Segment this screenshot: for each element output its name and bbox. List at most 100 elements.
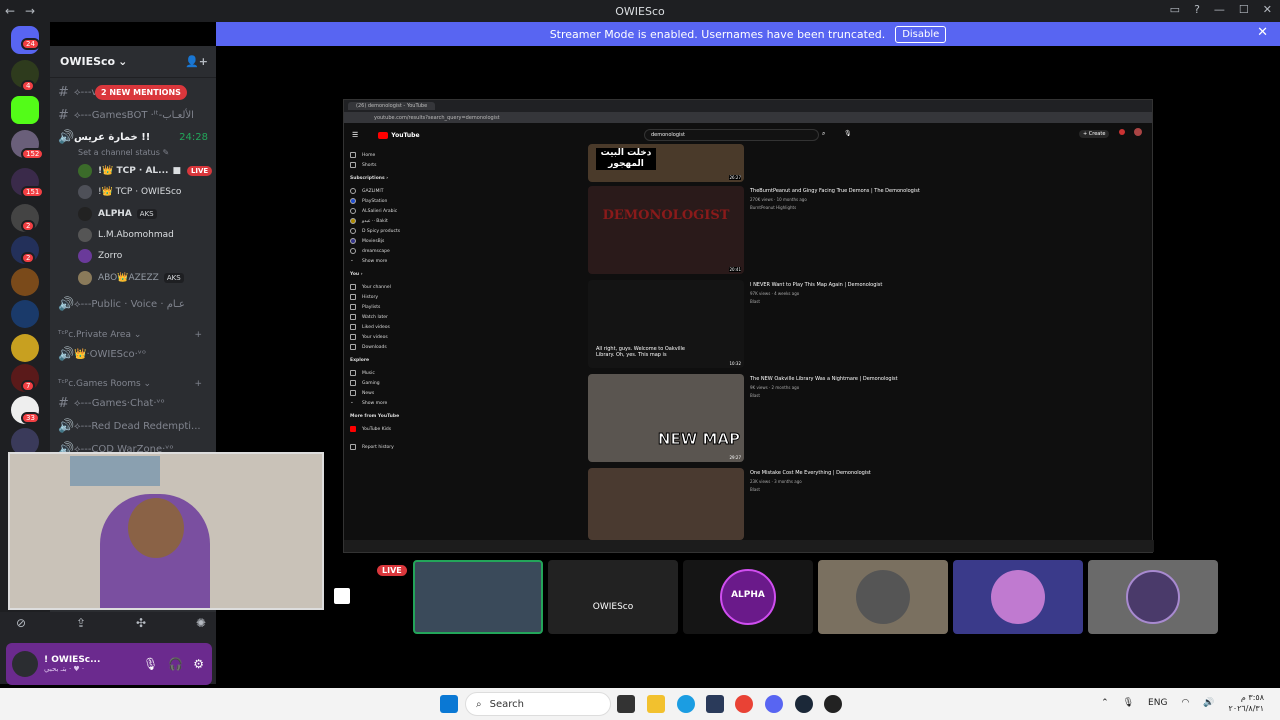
camera-off-icon[interactable]: ⊘ [16, 616, 26, 630]
video-title[interactable]: One Mistake Cost Me Everything | Demonol… [750, 470, 980, 476]
create-button[interactable]: + Create [1079, 130, 1110, 138]
sidebar-item[interactable]: Liked videos [350, 322, 410, 332]
webcam-popout[interactable] [8, 452, 324, 610]
sidebar-sub[interactable]: PlayStation [350, 196, 410, 206]
channel-name[interactable]: Blast [750, 487, 980, 492]
search-icon[interactable]: ⌕ [822, 130, 825, 138]
discord-icon[interactable] [765, 695, 783, 713]
sidebar-item[interactable]: Watch later [350, 312, 410, 322]
voice-user[interactable]: ALPHA AKS [78, 204, 213, 224]
video-thumbnail[interactable] [588, 468, 744, 540]
stream-tile[interactable] [818, 560, 948, 634]
stream-tile[interactable]: ALPHA [683, 560, 813, 634]
sidebar-item[interactable]: Gaming [350, 378, 410, 388]
volume-icon[interactable]: 🔊 [1203, 698, 1214, 708]
voice-user[interactable]: L.M.Abomohmad [78, 225, 213, 245]
help-icon[interactable]: ? [1194, 3, 1200, 16]
inbox-icon[interactable]: ▭ [1170, 3, 1180, 16]
user-bar[interactable]: ! OWIESc... بتـ بحبي · ♥ · 🎙 🎧 ⚙ [6, 643, 212, 685]
popout-icon[interactable] [334, 588, 350, 604]
channel-item[interactable]: # ⟡---GamesBOT ·ᴵᵗ-الألعـاب [58, 106, 208, 124]
video-meta[interactable]: One Mistake Cost Me Everything | Demonol… [750, 470, 980, 492]
sidebar-item[interactable]: History [350, 292, 410, 302]
taskbar-search[interactable]: ⌕ Search [465, 692, 611, 716]
mic-icon[interactable]: 🎙 [1123, 698, 1134, 708]
chrome-icon[interactable] [735, 695, 753, 713]
sidebar-item[interactable]: Your videos [350, 332, 410, 342]
avatar[interactable] [1134, 128, 1142, 136]
stream-tile[interactable]: OWIESco [548, 560, 678, 634]
sidebar-sub[interactable]: GAZLIMIT [350, 186, 410, 196]
sidebar-sub[interactable]: MoviesBjs [350, 236, 410, 246]
server-icon[interactable] [11, 334, 39, 362]
file-explorer-icon[interactable] [647, 695, 665, 713]
video-thumbnail[interactable]: دخلت البيت المهجور 26:27 [588, 144, 744, 182]
voice-channel[interactable]: 🔊 ⟡---Red Dead Redempti... [58, 417, 208, 435]
store-icon[interactable] [706, 695, 724, 713]
youtube-logo[interactable]: YouTube [378, 131, 420, 139]
wifi-icon[interactable]: ◠ [1181, 698, 1189, 708]
sidebar-item[interactable]: Your channel [350, 282, 410, 292]
channel-name[interactable]: BurntPeanut Highlights [750, 205, 980, 210]
address-bar[interactable]: youtube.com/results?search_query=demonol… [344, 112, 1152, 123]
clock[interactable]: ٣:٥٨ م ٢٠٢٦/٨/٣١ [1229, 692, 1264, 714]
show-more[interactable]: ⌄ Show more [350, 398, 410, 408]
channel-name[interactable]: Blast [750, 393, 980, 398]
sidebar-sub[interactable]: dreamscape [350, 246, 410, 256]
mic-icon[interactable]: 🎙 [844, 130, 852, 137]
kick-server-icon[interactable] [11, 96, 39, 124]
avatar[interactable] [12, 651, 38, 677]
channel-item[interactable]: # ⟡---Games·Chat·ᵛᵒ [58, 394, 208, 412]
edge-icon[interactable] [677, 695, 695, 713]
video-meta[interactable]: I NEVER Want to Play This Map Again | De… [750, 282, 980, 304]
stream-tile[interactable] [1088, 560, 1218, 634]
stream-tile-active[interactable] [413, 560, 543, 634]
voice-user[interactable]: !👑 TCP · OWIESco [78, 182, 213, 202]
voice-channel[interactable]: 🔊 👑·OWIESco·ᵛᵒ [58, 345, 208, 363]
mic-icon[interactable]: 🎙 [143, 657, 158, 671]
video-title[interactable]: TheBurntPeanut and Gingy Facing True Dem… [750, 188, 980, 194]
subscriptions-header[interactable]: Subscriptions › [350, 176, 410, 186]
video-thumbnail[interactable]: DEMONOLOGIST 20:41 [588, 186, 744, 274]
sidebar-sub[interactable]: D Spicy products [350, 226, 410, 236]
steam-icon[interactable] [795, 695, 813, 713]
voice-user[interactable]: Zorro [78, 246, 213, 266]
screen-share-icon[interactable]: ⇪ [76, 616, 86, 630]
channel-status[interactable]: Set a channel status ✎ [78, 143, 228, 161]
sidebar-item[interactable]: Playlists [350, 302, 410, 312]
sidebar-item-home[interactable]: Home [350, 150, 410, 160]
sidebar-sub[interactable]: عبدو ·· Bakit [350, 216, 410, 226]
video-title[interactable]: The NEW Oakville Library Was a Nightmare… [750, 376, 980, 382]
activities-icon[interactable]: ✣ [136, 616, 146, 630]
soundboard-icon[interactable]: ✺ [196, 616, 206, 630]
voice-user[interactable]: !👑 TCP · AL... ■ LIVE [78, 161, 213, 181]
show-more[interactable]: ⌄ Show more [350, 256, 410, 266]
sidebar-sub[interactable]: ALSalieri Arabic [350, 206, 410, 216]
channel-name[interactable]: Blast [750, 299, 980, 304]
task-view-icon[interactable] [617, 695, 635, 713]
video-thumbnail[interactable]: NEW MAP 29:27 [588, 374, 744, 462]
language-indicator[interactable]: ENG [1148, 698, 1167, 708]
sidebar-item[interactable]: News [350, 388, 410, 398]
gear-icon[interactable]: ⚙ [193, 657, 204, 671]
add-channel-icon[interactable]: + [194, 330, 202, 340]
start-icon[interactable] [440, 695, 458, 713]
notifications-icon[interactable] [1119, 129, 1125, 135]
you-header[interactable]: You › [350, 272, 410, 282]
voice-channel[interactable]: 🔊 ⟡---Public · Voice · عـام [58, 295, 208, 313]
category-header[interactable]: ᵀᶜᴾc.Games Rooms ⌄ + [58, 379, 208, 389]
sidebar-item[interactable]: Downloads [350, 342, 410, 352]
browser-tab[interactable]: (26) demonologist - YouTube [348, 102, 436, 110]
minimize-icon[interactable]: — [1214, 3, 1225, 16]
forward-icon[interactable]: → [20, 4, 40, 18]
sidebar-item[interactable]: Music [350, 368, 410, 378]
menu-icon[interactable]: ☰ [352, 131, 358, 139]
sidebar-item-shorts[interactable]: Shorts [350, 160, 410, 170]
video-thumbnail-playing[interactable]: All right, guys. Welcome to Oakville Lib… [588, 280, 744, 368]
close-window-icon[interactable]: ✕ [1263, 3, 1272, 16]
stream-tile[interactable] [953, 560, 1083, 634]
video-title[interactable]: I NEVER Want to Play This Map Again | De… [750, 282, 980, 288]
headphones-icon[interactable]: 🎧 [168, 657, 183, 671]
video-meta[interactable]: TheBurntPeanut and Gingy Facing True Dem… [750, 188, 980, 210]
sidebar-item[interactable]: YouTube Kids [350, 424, 410, 434]
